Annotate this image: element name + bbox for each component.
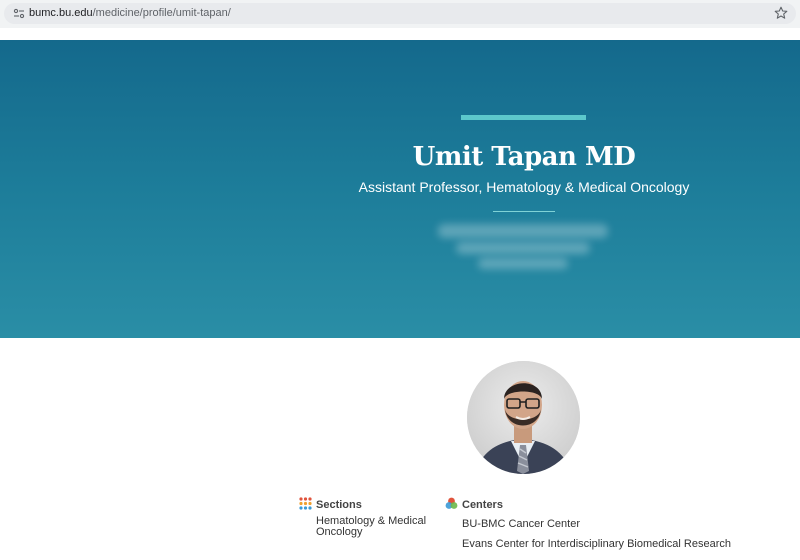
sections-heading: Sections [316,499,362,511]
address-bar[interactable]: bumc.bu.edu/medicine/profile/umit-tapan/ [4,3,796,24]
divider-rule [493,211,555,212]
bookmark-star-icon[interactable] [774,6,788,20]
center-item-cancer-center[interactable]: BU-BMC Cancer Center [462,518,580,530]
url-host: bumc.bu.edu [29,7,93,19]
accent-rule [461,115,586,120]
profile-name: Umit Tapan MD [412,142,636,172]
profile-title: Assistant Professor, Hematology & Medica… [358,179,690,195]
site-info-icon[interactable] [13,8,25,19]
profile-photo [467,361,580,474]
portrait-image [467,361,580,474]
profile-hero-banner: Umit Tapan MD Assistant Professor, Hemat… [0,40,800,338]
browser-toolbar: bumc.bu.edu/medicine/profile/umit-tapan/ [0,0,800,28]
url-path: /medicine/profile/umit-tapan/ [92,7,231,19]
center-item-evans-center[interactable]: Evans Center for Interdisciplinary Biome… [462,538,731,550]
section-item-line-2[interactable]: Oncology [316,526,362,538]
centers-circles-icon [445,497,458,509]
centers-heading: Centers [462,499,503,511]
blurred-contact-info [438,222,608,270]
url-text[interactable]: bumc.bu.edu/medicine/profile/umit-tapan/ [29,7,231,20]
sections-grid-icon [299,497,312,510]
